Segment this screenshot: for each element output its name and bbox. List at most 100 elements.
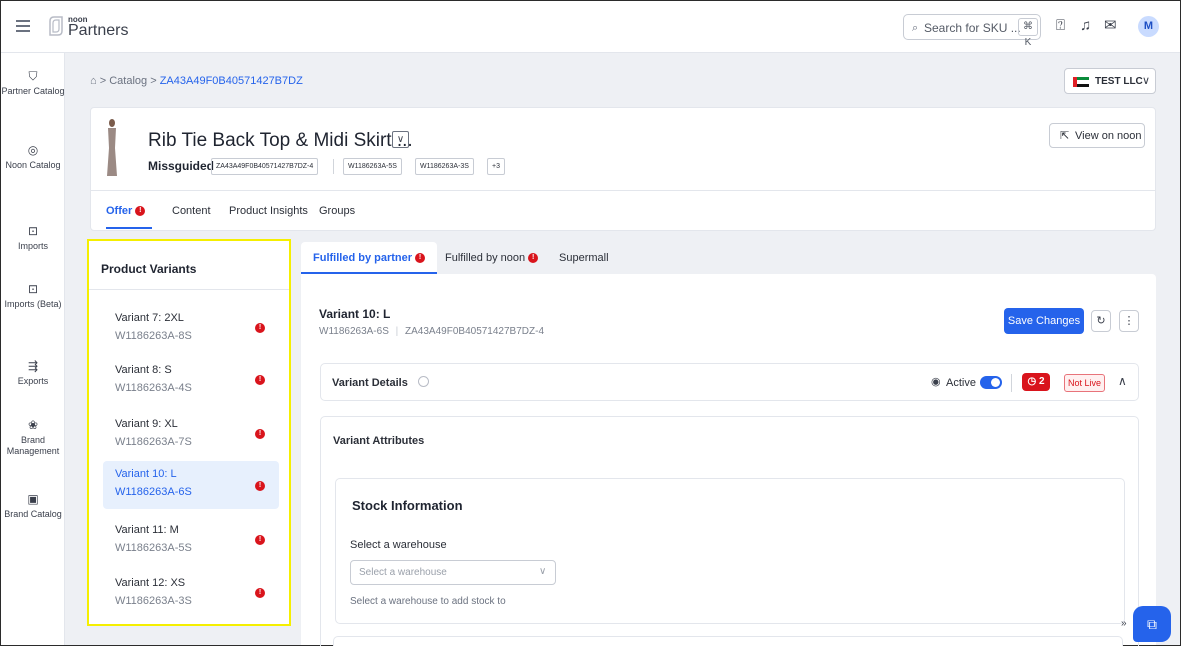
nav-label: Imports	[17, 241, 48, 251]
variant-name: Variant 11: M	[115, 524, 179, 536]
notification-bell-icon[interactable]: ♫	[1080, 17, 1091, 35]
chat-icon: ⧉	[1147, 616, 1157, 632]
divider	[89, 289, 289, 290]
more-tags[interactable]: +3	[487, 158, 505, 175]
brand-catalog-icon: ▣	[27, 492, 39, 506]
product-brand: Missguided	[148, 159, 215, 173]
search-placeholder: Search for SKU ...	[924, 21, 1021, 35]
variant-name: Variant 8: S	[115, 364, 172, 376]
product-variants-panel: Product Variants Variant 7: 2XL W1186263…	[87, 239, 291, 626]
chevron-down-icon: ∨	[1142, 75, 1151, 87]
chevron-down-icon: ∨	[539, 566, 547, 577]
search-icon: ⌕	[912, 22, 919, 34]
active-toggle[interactable]	[980, 376, 1002, 389]
uae-flag-icon	[1073, 77, 1089, 87]
product-thumbnail	[107, 119, 117, 176]
error-count-badge[interactable]: ◷ 2	[1022, 373, 1050, 391]
variant-item[interactable]: Variant 8: S W1186263A-4S !	[103, 357, 279, 405]
error-icon: !	[255, 429, 265, 439]
home-icon[interactable]: ⌂	[90, 75, 97, 87]
top-bar: noon Partners ⌕ Search for SKU ... ⌘ K ⍰…	[1, 1, 1180, 53]
error-icon: !	[255, 323, 265, 333]
offer-panel: Variant 10: L W1186263A-6S | ZA43A49F0B4…	[301, 274, 1156, 646]
variant-item[interactable]: Variant 9: XL W1186263A-7S !	[103, 411, 279, 459]
tab-label: Offer	[106, 205, 133, 217]
warehouse-help-text: Select a warehouse to add stock to	[350, 596, 506, 607]
avatar[interactable]: M	[1138, 16, 1159, 37]
variant-sku: W1186263A-4S	[115, 382, 192, 394]
variant-heading: Variant 10: L	[319, 307, 391, 321]
sku-tag: W1186263A-5S	[343, 158, 402, 175]
variant-sku: W1186263A-6S	[115, 486, 192, 498]
variant-name: Variant 7: 2XL	[115, 312, 184, 324]
nav-noon-catalog[interactable]: ◎ Noon Catalog	[1, 143, 65, 171]
side-nav: ⛉ Partner Catalog ◎ Noon Catalog ⊡ Impor…	[1, 53, 65, 645]
shortcut-hint: ⌘ K	[1018, 18, 1038, 48]
nav-exports[interactable]: ⇶ Exports	[1, 359, 65, 387]
nav-imports[interactable]: ⊡ Imports	[1, 224, 65, 252]
variant-item[interactable]: Variant 7: 2XL W1186263A-8S !	[103, 305, 279, 353]
variant-attributes-title: Variant Attributes	[333, 435, 425, 447]
info-icon[interactable]	[418, 376, 429, 387]
variant-sku: W1186263A-3S	[115, 595, 192, 607]
variant-sku: W1186263A-5S	[115, 542, 192, 554]
not-live-badge: Not Live	[1064, 374, 1106, 392]
app-frame: noon Partners ⌕ Search for SKU ... ⌘ K ⍰…	[0, 0, 1181, 646]
variant-sku: W1186263A-8S	[115, 330, 192, 342]
nav-imports-beta[interactable]: ⊡ Imports (Beta)	[1, 282, 65, 310]
breadcrumb-catalog[interactable]: Catalog	[109, 75, 147, 87]
breadcrumb-sep: >	[99, 75, 107, 87]
variant-details-label: Variant Details	[332, 377, 408, 389]
sku-tag: W1186263A-3S	[415, 158, 474, 175]
tab-fulfilled-by-partner[interactable]: Fulfilled by partner !	[301, 242, 438, 274]
external-link-icon: ⇱	[1060, 130, 1070, 142]
search-input[interactable]: ⌕ Search for SKU ... ⌘ K	[903, 14, 1041, 48]
tabs-divider	[91, 190, 1155, 191]
chevron-down-icon[interactable]: ∨	[392, 131, 409, 148]
store-selector[interactable]: TEST LLC ∨	[1064, 68, 1156, 94]
logo-text: Partners	[68, 22, 129, 39]
variant-item[interactable]: Variant 12: XS W1186263A-3S !	[103, 570, 279, 618]
tag-divider	[333, 159, 334, 174]
chat-support-button[interactable]: ⧉	[1133, 606, 1171, 642]
variant-details-bar[interactable]: Variant Details ◉ Active ◷ 2 Not Live ∧	[320, 363, 1139, 401]
variant-item[interactable]: Variant 11: M W1186263A-5S !	[103, 517, 279, 565]
error-icon: !	[135, 206, 146, 217]
chevron-up-icon[interactable]: ∧	[1118, 374, 1127, 388]
tab-supermall[interactable]: Supermall	[547, 242, 621, 274]
breadcrumb: ⌂ > Catalog > ZA43A49F0B40571427B7DZ	[90, 75, 303, 87]
nav-label: Noon Catalog	[5, 160, 61, 170]
history-icon[interactable]: ↻	[1091, 310, 1111, 332]
tab-fulfilled-by-noon[interactable]: Fulfilled by noon !	[433, 242, 550, 274]
error-icon: !	[255, 481, 265, 491]
variant-name: Variant 9: XL	[115, 418, 178, 430]
mail-icon[interactable]: ✉	[1104, 17, 1117, 35]
nav-brand-catalog[interactable]: ▣ Brand Catalog	[1, 492, 65, 520]
variant-attributes-card: Variant Attributes Stock Information Sel…	[320, 416, 1139, 646]
variants-title: Product Variants	[101, 262, 197, 276]
tab-groups[interactable]: Groups	[319, 205, 355, 217]
breadcrumb-current[interactable]: ZA43A49F0B40571427B7DZ	[160, 75, 303, 87]
tab-offer[interactable]: Offer !	[106, 205, 146, 217]
eye-icon: ◉	[931, 376, 941, 388]
more-options-icon[interactable]: ⋮	[1119, 310, 1139, 332]
double-chevron-right-icon[interactable]: »	[1121, 618, 1127, 629]
variant-sku: W1186263A-6S	[319, 326, 389, 337]
nav-brand-management[interactable]: ❀ Brand Management	[1, 418, 65, 457]
import-icon: ⊡	[27, 282, 39, 296]
hamburger-menu-icon[interactable]	[16, 20, 30, 32]
view-on-noon-button[interactable]: ⇱ View on noon	[1049, 123, 1145, 148]
warehouse-select[interactable]: Select a warehouse ∨	[350, 560, 556, 585]
tab-content[interactable]: Content	[172, 205, 211, 217]
help-icon[interactable]: ⍰	[1056, 17, 1065, 35]
variant-name: Variant 12: XS	[115, 577, 186, 589]
brand-icon: ❀	[27, 418, 39, 432]
nav-partner-catalog[interactable]: ⛉ Partner Catalog	[1, 69, 65, 97]
save-changes-button[interactable]: Save Changes	[1004, 308, 1084, 334]
export-icon: ⇶	[27, 359, 39, 373]
store-name: TEST LLC	[1095, 76, 1143, 87]
variant-item-selected[interactable]: Variant 10: L W1186263A-6S !	[103, 461, 279, 509]
variant-name: Variant 10: L	[115, 468, 177, 480]
tab-product-insights[interactable]: Product Insights	[229, 205, 308, 217]
stock-information-card: Stock Information Select a warehouse Sel…	[335, 478, 1125, 624]
